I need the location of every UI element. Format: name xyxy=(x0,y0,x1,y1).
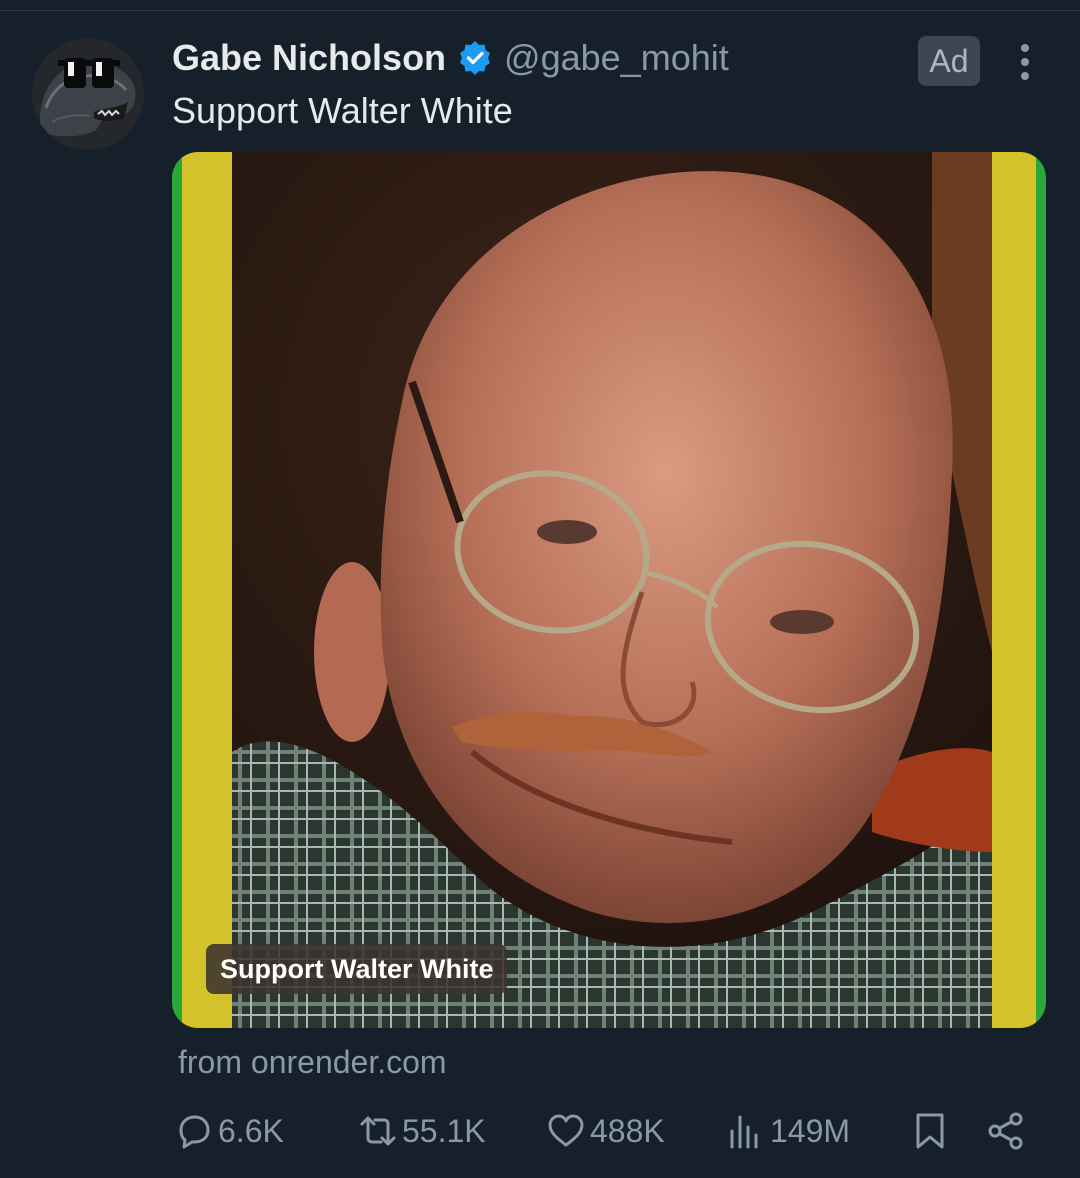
author-display-name[interactable]: Gabe Nicholson xyxy=(172,36,446,80)
author-handle[interactable]: @gabe_mohit xyxy=(504,36,729,80)
walter-white-photo xyxy=(172,152,1046,1028)
promoted-post[interactable]: Gabe Nicholson @gabe_mohit Ad Support Wa… xyxy=(0,0,1080,1178)
avatar[interactable] xyxy=(32,38,144,150)
ad-source-link[interactable]: from onrender.com xyxy=(178,1042,447,1082)
post-text: Support Walter White xyxy=(172,90,513,131)
repost-button[interactable]: 55.1K xyxy=(358,1106,486,1156)
view-count: 149M xyxy=(770,1112,851,1149)
share-icon xyxy=(988,1112,1023,1150)
repost-count: 55.1K xyxy=(402,1112,486,1149)
like-button[interactable]: 488K xyxy=(546,1106,665,1156)
views-chart-icon xyxy=(730,1115,758,1149)
media-caption: Support Walter White xyxy=(206,944,508,994)
post-header: Gabe Nicholson @gabe_mohit xyxy=(172,36,729,80)
heart-icon xyxy=(548,1114,584,1147)
post-media[interactable]: Support Walter White xyxy=(172,152,1046,1028)
ad-badge: Ad xyxy=(918,36,980,86)
like-count: 488K xyxy=(590,1112,665,1149)
share-button[interactable] xyxy=(986,1106,1026,1156)
views-button[interactable]: 149M xyxy=(726,1106,850,1156)
repost-icon xyxy=(360,1116,396,1146)
bookmark-icon xyxy=(916,1113,944,1149)
avatar-image xyxy=(32,38,144,150)
more-options-button[interactable] xyxy=(1005,40,1045,84)
action-bar: 6.6K 55.1K 488K 149M xyxy=(0,1106,1080,1156)
reply-icon xyxy=(179,1115,210,1149)
reply-count: 6.6K xyxy=(218,1112,284,1149)
more-vertical-icon xyxy=(1021,44,1029,80)
bookmark-button[interactable] xyxy=(910,1106,950,1156)
verified-badge-icon xyxy=(458,41,492,75)
reply-button[interactable]: 6.6K xyxy=(174,1106,284,1156)
